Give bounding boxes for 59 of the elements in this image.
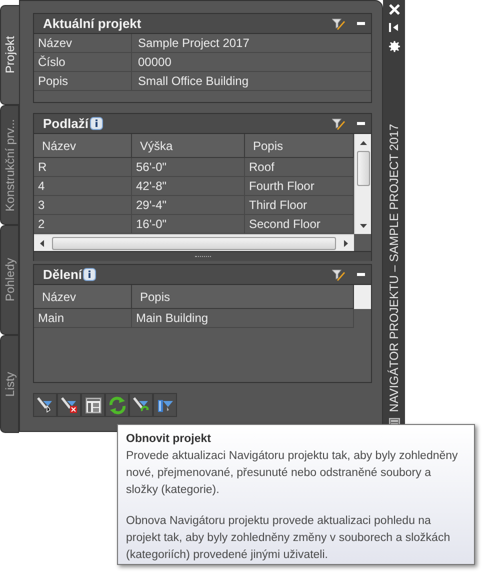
table-cell: Main Building	[132, 309, 354, 328]
section-header[interactable]: Aktuální projekt	[34, 14, 371, 34]
section-header[interactable]: Dělení	[34, 265, 371, 285]
column-header[interactable]: Popis	[245, 134, 354, 158]
table-cell: 4	[34, 177, 132, 196]
pencil-funnel-icon[interactable]	[332, 118, 345, 130]
column-header[interactable]: Výška	[132, 134, 245, 158]
pencil-funnel-icon[interactable]	[332, 268, 345, 280]
tab[interactable]: Listy	[0, 335, 19, 433]
table-cell: 42'-8"	[132, 177, 245, 196]
toolbar-button[interactable]	[57, 393, 81, 417]
column-header[interactable]: Název	[34, 285, 132, 309]
vertical-scrollbar[interactable]	[354, 134, 371, 234]
tab[interactable]: Projekt	[0, 5, 19, 105]
info-icon[interactable]	[83, 268, 96, 281]
tab[interactable]: Pohledy	[0, 225, 19, 335]
layout-icon	[83, 395, 103, 415]
horizontal-scrollbar[interactable]	[34, 234, 354, 251]
settings-icon[interactable]	[388, 41, 400, 52]
tooltip-text: Provede aktualizaci Navigátoru projektu tak, aby byly zohledněny nové, přejmenované, přesunuté nebo odstraněné soubory a složky (kategorie).	[126, 449, 459, 498]
toolbar-button[interactable]	[81, 393, 105, 417]
refresh-icon	[107, 395, 127, 415]
close-icon[interactable]	[388, 4, 400, 15]
table-cell: Sample Project 2017	[132, 34, 371, 53]
tooltip-title: Obnovit projekt	[126, 432, 212, 447]
table-cell: R	[34, 158, 132, 177]
table-cell: 56'-0"	[132, 158, 245, 177]
info-icon[interactable]	[90, 117, 103, 130]
table-cell: 00000	[132, 53, 371, 72]
palette-title: NAVIGÁTOR PROJEKTU – SAMPLE PROJECT 2017	[386, 124, 402, 412]
table-cell: Popis	[34, 72, 132, 91]
toolbar-button[interactable]	[153, 393, 177, 417]
collapse-icon[interactable]	[389, 23, 399, 32]
table-cell: Číslo	[34, 53, 132, 72]
scroll-left-icon[interactable]	[40, 240, 44, 246]
table-cell: 29'-4"	[132, 196, 245, 215]
scroll-up-icon[interactable]	[360, 141, 366, 145]
scroll-down-icon[interactable]	[360, 224, 366, 228]
pencil-funnel-icon[interactable]	[332, 18, 345, 30]
table-cell: Small Office Building	[132, 72, 371, 91]
toolbar-button[interactable]	[33, 393, 57, 417]
scroll-right-icon[interactable]	[344, 240, 348, 246]
table-cell: Název	[34, 34, 132, 53]
section-title: Dělení	[43, 266, 82, 284]
toolbar-button[interactable]	[129, 393, 153, 417]
splitter-handle[interactable]	[33, 252, 372, 261]
column-header[interactable]: Popis	[132, 285, 354, 309]
scrollbar-corner	[354, 285, 371, 309]
pencil-delete-icon	[59, 395, 79, 415]
section-header[interactable]: Podlaží	[34, 114, 371, 134]
tab[interactable]: Konstrukční prv...	[0, 105, 19, 225]
section-title: Aktuální projekt	[43, 14, 142, 33]
table-cell: Main	[34, 309, 132, 328]
toolbar-button[interactable]	[105, 393, 129, 417]
pencil-funnel-icon	[35, 395, 55, 415]
table-cell: 3	[34, 196, 132, 215]
tooltip-text: Obnova Navigátoru projektu provede aktualizaci pohledu na projekt tak, aby byly zohledněny změny v souborech a složkách (kategoriích) provedené jinými uživateli.	[126, 514, 452, 563]
section-title: Podlaží	[43, 114, 89, 133]
column-header[interactable]: Název	[34, 134, 132, 158]
